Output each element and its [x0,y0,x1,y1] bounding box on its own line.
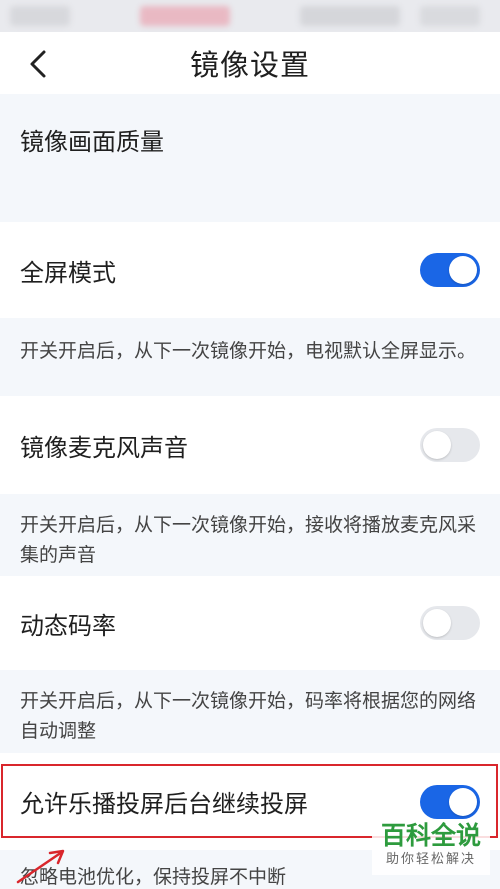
watermark-logo: 百科全说 助你轻松解决 [372,821,490,875]
setting-description: 开关开启后，从下一次镜像开始，电视默认全屏显示。 [0,318,500,396]
navigation-bar: 镜像设置 [0,32,500,94]
page-title: 镜像设置 [189,48,310,82]
mirror-quality-label: 镜像画面质量 [20,128,164,156]
setting-row-fullscreen: 全屏模式 [0,222,500,318]
setting-description: 开关开启后，从下一次镜像开始，接收将播放麦克风采集的声音 [0,494,500,576]
blurred-status-item [420,6,480,26]
toggle-knob [449,256,477,284]
setting-row-mic-sound: 镜像麦克风声音 [0,396,500,494]
toggle-knob [423,431,451,459]
mic-sound-toggle[interactable] [420,428,480,462]
mirror-quality-section[interactable]: 镜像画面质量 [0,94,500,222]
setting-description: 开关开启后，从下一次镜像开始，码率将根据您的网络自动调整 [0,670,500,753]
toggle-knob [449,787,477,816]
blurred-status-item [10,6,70,26]
setting-label: 允许乐播投屏后台继续投屏 [20,790,308,818]
setting-label: 镜像麦克风声音 [20,433,188,462]
fullscreen-toggle[interactable] [420,253,480,287]
blurred-status-item [300,6,400,26]
blurred-status-item [140,6,230,26]
setting-row-dynamic-bitrate: 动态码率 [0,576,500,670]
setting-label: 动态码率 [20,611,116,640]
chevron-left-icon [30,50,46,78]
watermark-title: 百科全说 [380,821,481,850]
background-cast-toggle[interactable] [420,784,480,819]
back-button[interactable] [20,46,56,82]
status-bar [0,0,500,32]
dynamic-bitrate-toggle[interactable] [420,606,480,640]
setting-label: 全屏模式 [20,258,116,287]
toggle-knob [423,609,451,637]
watermark-subtitle: 助你轻松解决 [385,852,476,867]
